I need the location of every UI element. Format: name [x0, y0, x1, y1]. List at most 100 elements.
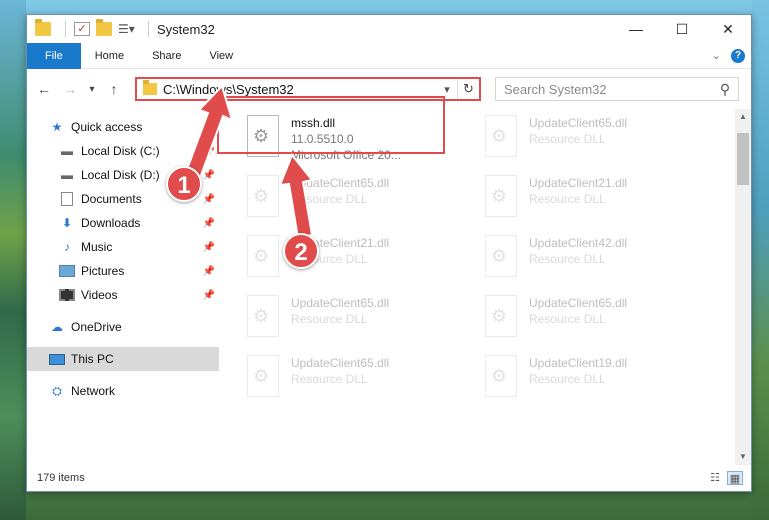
pin-icon[interactable]: 📌 [203, 194, 215, 205]
refresh-icon[interactable]: ↻ [457, 79, 479, 99]
status-bar: 179 items ☷ ▦ [27, 465, 751, 491]
details-view-icon[interactable]: ☷ [707, 471, 723, 485]
tiles-view-icon[interactable]: ▦ [727, 471, 743, 485]
tab-home[interactable]: Home [81, 43, 138, 69]
sidebar-item-this-pc[interactable]: This PC [27, 347, 219, 371]
customize-toolbar-icon[interactable]: ☰▾ [118, 22, 135, 36]
dll-file-icon [485, 115, 517, 157]
dll-file-icon [247, 235, 279, 277]
tab-file[interactable]: File [27, 42, 81, 69]
sidebar-item-label: Network [71, 384, 116, 398]
file-name: UpdateClient65.dll [529, 296, 628, 310]
pin-icon[interactable]: 📌 [203, 242, 215, 253]
dll-file-icon [485, 295, 517, 337]
window-controls: — ☐ ✕ [613, 15, 751, 43]
search-input[interactable] [504, 81, 712, 97]
explorer-body: ★ Quick access ▬ Local Disk (C:) 📌 ▬ Loc… [27, 109, 751, 465]
file-type: Resource DLL [529, 132, 606, 146]
sidebar-item-videos[interactable]: Videos 📌 [27, 283, 219, 307]
file-tile[interactable]: UpdateClient65.dll Resource DLL [481, 291, 705, 347]
star-icon: ★ [51, 120, 63, 134]
help-icon[interactable]: ? [731, 48, 745, 63]
close-button[interactable]: ✕ [705, 15, 751, 43]
back-button[interactable]: ← [33, 78, 55, 100]
dll-file-icon [247, 355, 279, 397]
window-title: System32 [157, 21, 215, 37]
annotation-step-1: 1 [166, 166, 202, 202]
tab-share[interactable]: Share [138, 43, 195, 69]
file-name: UpdateClient21.dll [529, 176, 628, 190]
file-name: UpdateClient65.dll [291, 296, 390, 310]
pin-icon[interactable]: 📌 [203, 290, 215, 301]
scroll-up-icon[interactable]: ▲ [735, 109, 751, 125]
pin-icon[interactable]: 📌 [203, 146, 215, 157]
file-tile[interactable]: UpdateClient21.dll Resource DLL [243, 231, 467, 287]
new-folder-icon[interactable] [96, 19, 112, 36]
sidebar-item-pictures[interactable]: Pictures 📌 [27, 259, 219, 283]
properties-check-icon[interactable]: ✓ [74, 22, 90, 36]
file-tile[interactable]: UpdateClient65.dll Resource DLL [243, 291, 467, 347]
search-icon[interactable]: ⚲ [712, 81, 738, 98]
recent-locations-button[interactable]: ▾ [85, 78, 99, 100]
file-type: Resource DLL [529, 252, 606, 266]
dll-file-icon [485, 175, 517, 217]
disk-icon: ▬ [61, 168, 73, 182]
music-icon: ♪ [64, 240, 70, 254]
folder-icon [35, 19, 51, 36]
folder-icon [143, 80, 157, 95]
file-tile[interactable]: UpdateClient65.dll Resource DLL [481, 111, 705, 167]
sidebar-item-downloads[interactable]: ⬇ Downloads 📌 [27, 211, 219, 235]
vertical-scrollbar[interactable]: ▲ ▼ [735, 109, 751, 465]
cloud-icon: ☁ [51, 320, 63, 334]
item-count: 179 items [37, 472, 85, 484]
sidebar-item-onedrive[interactable]: ☁ OneDrive [27, 315, 219, 339]
sidebar-item-music[interactable]: ♪ Music 📌 [27, 235, 219, 259]
search-box[interactable]: ⚲ [495, 77, 739, 101]
file-tile[interactable]: UpdateClient19.dll Resource DLL [481, 351, 705, 407]
dll-file-icon [485, 235, 517, 277]
file-tile[interactable]: UpdateClient42.dll Resource DLL [481, 231, 705, 287]
scroll-thumb[interactable] [737, 133, 749, 185]
pin-icon[interactable]: 📌 [203, 266, 215, 277]
address-dropdown-icon[interactable]: ▾ [437, 83, 457, 96]
up-button[interactable]: ↑ [103, 78, 125, 100]
title-bar: ✓ ☰▾ System32 — ☐ ✕ [27, 15, 751, 43]
file-tile[interactable]: UpdateClient21.dll Resource DLL [481, 171, 705, 227]
forward-button[interactable]: → [59, 78, 81, 100]
file-type: Resource DLL [529, 192, 606, 206]
sidebar-item-label: Pictures [81, 264, 125, 278]
divider [65, 21, 66, 37]
dll-file-icon [485, 355, 517, 397]
sidebar-item-label: Music [81, 240, 113, 254]
file-explorer-window: ✓ ☰▾ System32 — ☐ ✕ File Home Share View… [26, 14, 752, 492]
address-path[interactable]: C:\Windows\System32 [163, 82, 437, 97]
file-name: UpdateClient19.dll [529, 356, 628, 370]
maximize-button[interactable]: ☐ [659, 15, 705, 43]
file-name: UpdateClient65.dll [529, 116, 628, 130]
minimize-button[interactable]: — [613, 15, 659, 43]
pictures-icon [59, 264, 75, 278]
pin-icon[interactable]: 📌 [203, 218, 215, 229]
documents-icon [59, 192, 75, 206]
file-name: UpdateClient42.dll [529, 236, 628, 250]
computer-icon [49, 352, 65, 366]
pin-icon[interactable]: 📌 [203, 170, 215, 181]
file-name: UpdateClient65.dll [291, 176, 390, 190]
sidebar-item-network[interactable]: ⛭ Network [27, 379, 219, 403]
file-tile[interactable]: UpdateClient65.dll Resource DLL [243, 171, 467, 227]
sidebar-item-label: Downloads [81, 216, 141, 230]
scroll-down-icon[interactable]: ▼ [735, 449, 751, 465]
videos-icon [59, 288, 75, 302]
sidebar-item-quick-access[interactable]: ★ Quick access [27, 115, 219, 139]
sidebar-item-local-disk-c[interactable]: ▬ Local Disk (C:) 📌 [27, 139, 219, 163]
expand-ribbon-icon[interactable]: ⌄ [712, 49, 721, 62]
navigation-pane: ★ Quick access ▬ Local Disk (C:) 📌 ▬ Loc… [27, 109, 219, 465]
file-type: Resource DLL [529, 312, 606, 326]
network-icon: ⛭ [52, 383, 62, 398]
file-type: Resource DLL [291, 312, 368, 326]
tab-view[interactable]: View [195, 43, 247, 69]
file-tile[interactable]: UpdateClient65.dll Resource DLL [243, 351, 467, 407]
file-type: Resource DLL [529, 372, 606, 386]
divider [148, 21, 149, 37]
downloads-icon: ⬇ [61, 216, 73, 230]
